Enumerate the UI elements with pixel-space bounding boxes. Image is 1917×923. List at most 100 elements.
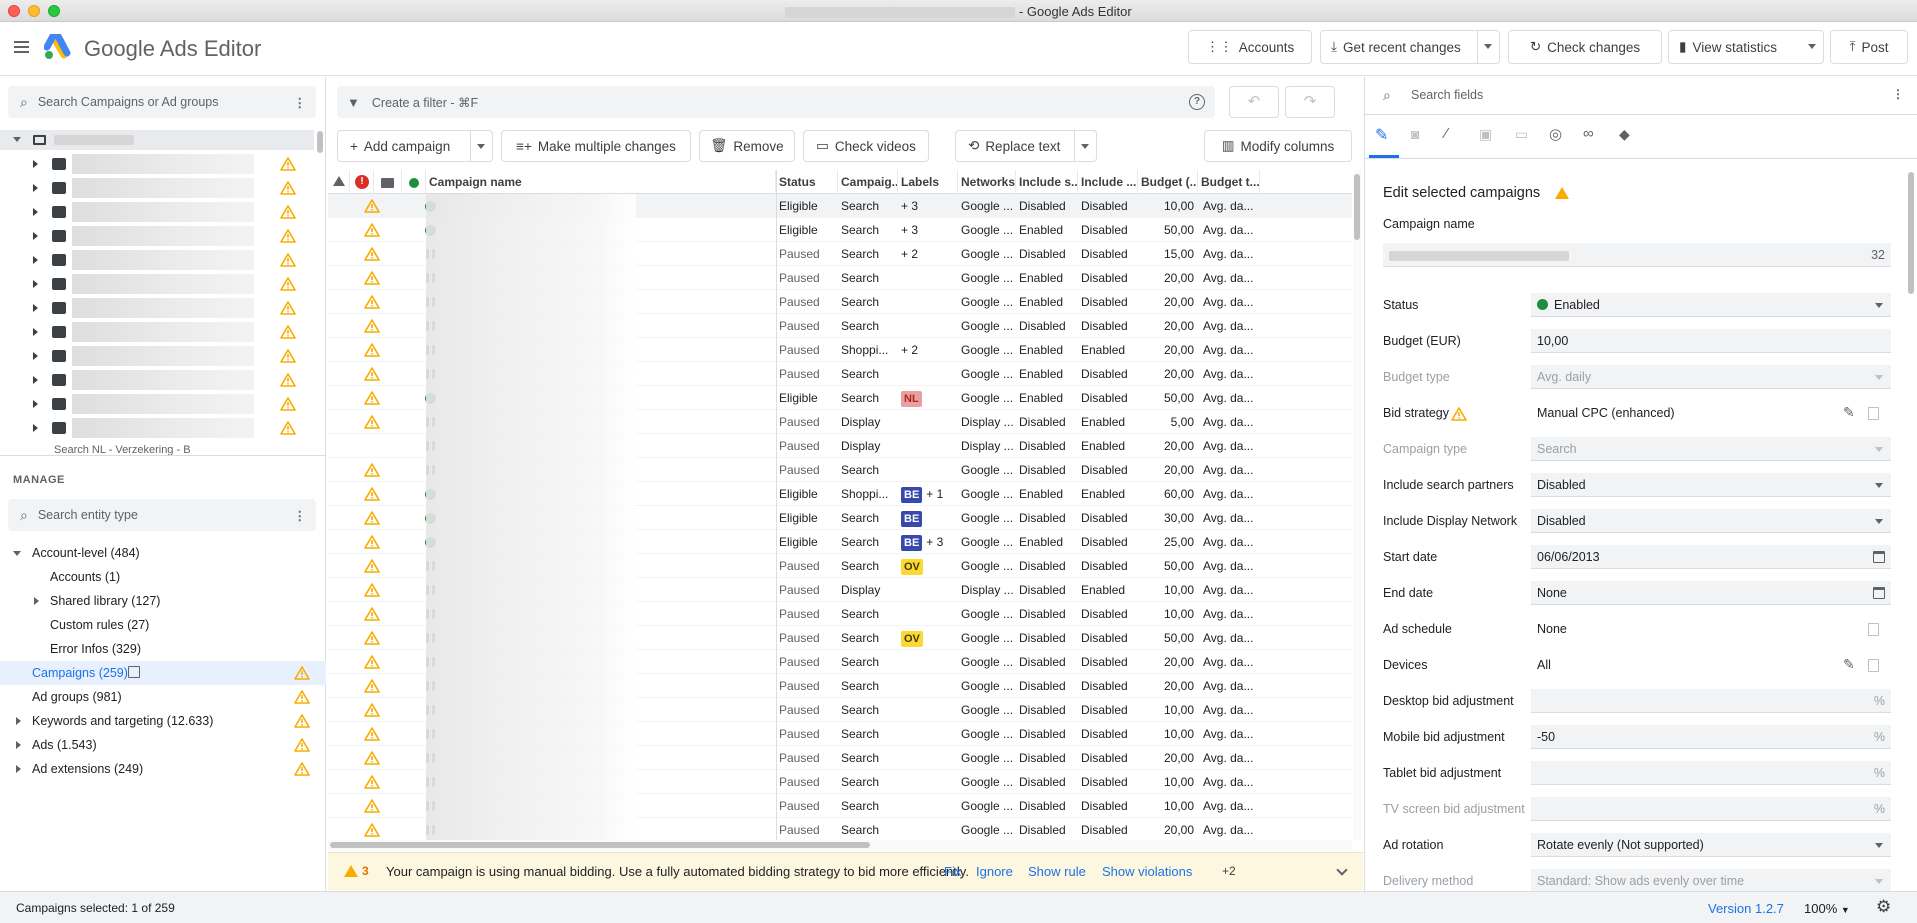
clipboard-icon[interactable]	[1868, 623, 1879, 636]
include-search-partners-field[interactable]: Disabled	[1531, 473, 1891, 497]
expand-arrow-icon[interactable]	[33, 376, 38, 384]
manage-tree-item[interactable]: Ad groups (981)	[0, 685, 326, 709]
ad-rotation-field[interactable]: Rotate evenly (Not supported)	[1531, 833, 1891, 857]
campaign-tree-row[interactable]	[0, 368, 314, 392]
undo-button[interactable]: ↶	[1229, 86, 1279, 118]
calendar-icon[interactable]	[1873, 551, 1885, 563]
version-link[interactable]: Version 1.2.7	[1708, 901, 1784, 916]
campaign-tree-row[interactable]	[0, 200, 314, 224]
campaign-tree-row[interactable]	[0, 176, 314, 200]
view-statistics-dropdown[interactable]	[1801, 31, 1823, 63]
campaign-tree-row[interactable]	[0, 248, 314, 272]
manage-tree-item[interactable]: Error Infos (329)	[0, 637, 326, 661]
accounts-button[interactable]: ⋮⋮ Accounts	[1188, 30, 1312, 64]
expand-arrow-icon[interactable]	[33, 352, 38, 360]
manage-tree-item[interactable]: Custom rules (27)	[0, 613, 326, 637]
column-include-search[interactable]: Include s...	[1016, 170, 1078, 194]
status-field[interactable]: Enabled	[1531, 293, 1891, 317]
mobile-bid-adjustment-field[interactable]: -50%	[1531, 725, 1891, 749]
column-warning-header[interactable]	[328, 170, 350, 194]
magic-wand-icon[interactable]: ⁄	[1445, 125, 1448, 142]
clipboard-icon[interactable]	[1868, 659, 1879, 672]
chevron-down-icon[interactable]	[1336, 864, 1348, 876]
column-campaign-name[interactable]: Campaign name	[426, 170, 776, 194]
manage-tree-item[interactable]: Campaigns (259)	[0, 661, 326, 685]
campaign-tree-row[interactable]	[0, 224, 314, 248]
redo-button[interactable]: ↷	[1285, 86, 1335, 118]
column-status-dot-header[interactable]	[402, 170, 426, 194]
campaign-tree-row[interactable]	[0, 296, 314, 320]
field-search-input[interactable]: Search fields	[1411, 88, 1483, 102]
account-root-row[interactable]	[0, 130, 314, 150]
clipboard-icon[interactable]	[1868, 407, 1879, 420]
column-include-display[interactable]: Include ...	[1078, 170, 1138, 194]
desktop-bid-adjustment-field[interactable]: %	[1531, 689, 1891, 713]
expand-arrow-icon[interactable]	[33, 160, 38, 168]
calendar-icon[interactable]	[1873, 587, 1885, 599]
expand-arrow-icon[interactable]	[33, 328, 38, 336]
zoom-selector[interactable]: 100% ▼	[1804, 901, 1850, 916]
label-icon[interactable]: ◆	[1619, 126, 1630, 143]
tablet-bid-adjustment-field[interactable]: %	[1531, 761, 1891, 785]
filter-input[interactable]: Create a filter - ⌘F	[372, 95, 478, 110]
campaign-tree-row[interactable]	[0, 152, 314, 176]
chevron-right-icon[interactable]	[16, 741, 21, 749]
edit-pencil-icon[interactable]: ✎	[1843, 404, 1855, 421]
grid-horizontal-scrollbar[interactable]	[328, 840, 1352, 850]
chevron-down-icon[interactable]	[13, 551, 21, 556]
edit-panel-scrollbar[interactable]	[1908, 172, 1914, 294]
add-campaign-dropdown[interactable]	[470, 131, 492, 161]
replace-text-button[interactable]: ⟲ Replace text	[955, 130, 1097, 162]
open-in-new-icon[interactable]	[128, 666, 140, 678]
campaign-tree-row[interactable]	[0, 416, 314, 440]
add-campaign-button[interactable]: + Add campaign	[337, 130, 493, 162]
column-budget[interactable]: Budget (...	[1138, 170, 1198, 194]
filter-bar[interactable]: ▼ Create a filter - ⌘F ?	[337, 86, 1215, 118]
post-button[interactable]: ⤒ Post	[1830, 30, 1908, 64]
camera-icon[interactable]: ◙	[1411, 126, 1419, 142]
chevron-right-icon[interactable]	[34, 597, 39, 605]
chevron-right-icon[interactable]	[16, 765, 21, 773]
show-violations-link[interactable]: Show violations	[1102, 864, 1192, 879]
column-networks[interactable]: Networks	[958, 170, 1016, 194]
devices-field[interactable]: All	[1531, 653, 1891, 677]
edit-pencil-icon[interactable]: ✎	[1375, 125, 1388, 145]
campaign-tree-row[interactable]	[0, 392, 314, 416]
check-changes-button[interactable]: ↻ Check changes	[1508, 30, 1662, 64]
column-labels[interactable]: Labels	[898, 170, 958, 194]
ignore-link[interactable]: Ignore	[976, 864, 1013, 879]
expand-arrow-icon[interactable]	[33, 184, 38, 192]
manage-tree-item[interactable]: Ads (1.543)	[0, 733, 326, 757]
get-recent-changes-button[interactable]: ⤓ Get recent changes	[1320, 30, 1500, 64]
campaign-search-input[interactable]: Search Campaigns or Ad groups	[38, 95, 219, 109]
campaign-tree-row[interactable]	[0, 272, 314, 296]
expand-arrow-icon[interactable]	[33, 280, 38, 288]
fix-link[interactable]: Fix	[944, 864, 961, 879]
ad-schedule-field[interactable]: None	[1531, 617, 1891, 641]
campaign-tree-row[interactable]	[0, 320, 314, 344]
tree-scrollbar[interactable]	[317, 131, 323, 153]
link-icon[interactable]: ∞	[1583, 125, 1594, 142]
budget-eur-field[interactable]: 10,00	[1531, 329, 1891, 353]
video-icon[interactable]: ▭	[1515, 126, 1528, 143]
campaign-tree-row[interactable]	[0, 344, 314, 368]
column-campaign-type[interactable]: Campaig...	[838, 170, 898, 194]
remove-button[interactable]: 🗑 Remove	[699, 130, 795, 162]
expand-arrow-icon[interactable]	[33, 232, 38, 240]
edit-pencil-icon[interactable]: ✎	[1843, 656, 1855, 673]
column-comment-header[interactable]	[374, 170, 402, 194]
column-error-header[interactable]: !	[350, 170, 374, 194]
entity-search-input[interactable]: Search entity type	[38, 508, 138, 522]
manage-tree-item[interactable]: Ad extensions (249)	[0, 757, 326, 781]
more-options-icon[interactable]: ⋮	[294, 508, 307, 523]
chevron-right-icon[interactable]	[16, 717, 21, 725]
more-options-icon[interactable]: ⋮	[1892, 87, 1904, 101]
manage-tree-item[interactable]: Keywords and targeting (12.633)	[0, 709, 326, 733]
start-date-field[interactable]: 06/06/2013	[1531, 545, 1891, 569]
manage-tree-item[interactable]: Shared library (127)	[0, 589, 326, 613]
help-icon[interactable]: ?	[1189, 94, 1205, 110]
expand-arrow-icon[interactable]	[33, 208, 38, 216]
target-icon[interactable]: ◎	[1549, 125, 1562, 143]
campaign-search-box[interactable]: ⌕ Search Campaigns or Ad groups ⋮	[8, 86, 316, 118]
column-status[interactable]: Status	[776, 170, 838, 194]
